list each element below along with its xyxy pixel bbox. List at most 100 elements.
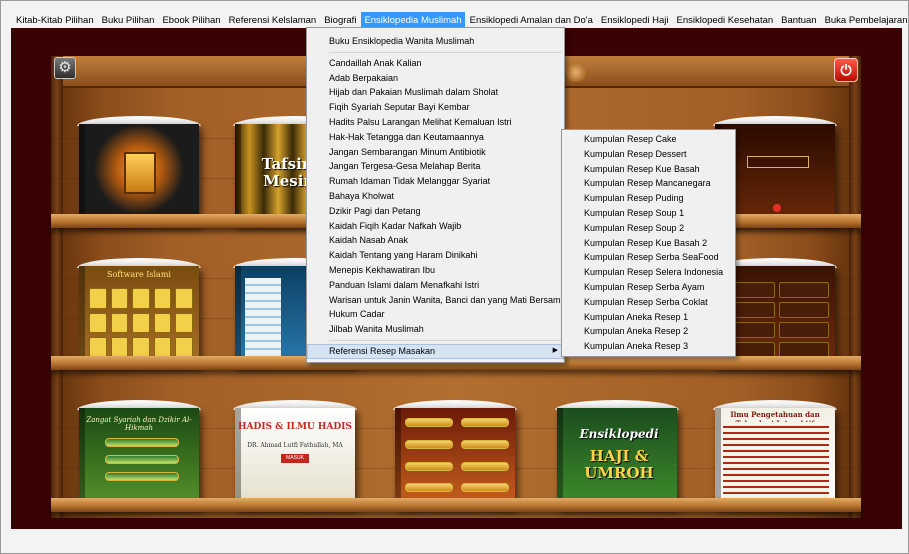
menu-item[interactable]: Bahaya Kholwat [307, 189, 564, 204]
tile [110, 288, 129, 309]
submenu-item[interactable]: Kumpulan Resep Soup 1 [562, 206, 735, 221]
menu-ebook-pilihan[interactable]: Ebook Pilihan [159, 12, 223, 29]
menu-item[interactable]: Hukum Cadar [307, 307, 564, 322]
shelf-post-left [51, 56, 63, 518]
submenu-item[interactable]: Kumpulan Resep Serba Coklat [562, 295, 735, 310]
book-cover[interactable]: Zangat Syariah dan Dzikir Al-Hikmah [79, 408, 199, 508]
menu-item[interactable]: Dzikir Pagi dan Petang [307, 204, 564, 219]
book-software-islami[interactable]: Software Islami [79, 266, 199, 366]
menu-ensiklopedi-kesehatan[interactable]: Ensiklopedi Kesehatan [674, 12, 777, 29]
menu-item-label: Referensi Resep Masakan [329, 345, 436, 356]
chevron-right-icon: ▶ [552, 346, 558, 354]
app-window: Kitab-Kitab Pilihan Buku Pilihan Ebook P… [0, 0, 909, 554]
menu-item[interactable]: Hak-Hak Tetangga dan Keutamaannya [307, 130, 564, 145]
tile [779, 302, 829, 318]
bar [405, 439, 453, 449]
ensiklopedia-muslimah-dropdown: Buku Ensiklopedia Wanita Muslimah Candai… [306, 27, 565, 363]
menu-item[interactable]: Panduan Islami dalam Menafkahi Istri [307, 278, 564, 293]
submenu-item[interactable]: Kumpulan Resep Selera Indonesia [562, 265, 735, 280]
submenu-item[interactable]: Kumpulan Resep Kue Basah [562, 162, 735, 177]
tile [110, 337, 129, 358]
tile [779, 282, 829, 298]
menu-separator [329, 51, 562, 53]
menu-padding [307, 359, 564, 362]
book-subtitle: HAJI & UMROH [584, 447, 654, 483]
menu-separator [329, 339, 562, 341]
submenu-item[interactable]: Kumpulan Aneka Resep 2 [562, 324, 735, 339]
menu-referensi-keislaman[interactable]: Referensi Kelslaman [226, 12, 320, 29]
gear-icon[interactable]: ⚙ [54, 57, 76, 79]
submenu-item[interactable]: Kumpulan Resep Serba SeaFood [562, 250, 735, 265]
tile [153, 288, 172, 309]
menu-item[interactable]: Menepis Kekhawatiran Ibu [307, 263, 564, 278]
menu-item[interactable]: Hijab dan Pakaian Muslimah dalam Sholat [307, 85, 564, 100]
menu-kitab-kitab-pilihan[interactable]: Kitab-Kitab Pilihan [13, 12, 97, 29]
submenu-item[interactable]: Kumpulan Resep Mancanegara [562, 176, 735, 191]
shelf-plank [51, 498, 861, 512]
menu-item[interactable]: Jangan Tergesa-Gesa Melahap Berita [307, 159, 564, 174]
submenu-item[interactable]: Kumpulan Resep Cake [562, 132, 735, 147]
menu-item[interactable]: Fiqih Syariah Seputar Bayi Kembar [307, 100, 564, 115]
menu-buka-pembelajaran[interactable]: Buka Pembelajaran [822, 12, 909, 29]
submenu-item[interactable]: Kumpulan Resep Serba Ayam [562, 280, 735, 295]
book-button-grid [725, 282, 829, 358]
book-title: Zangat Syariah dan Dzikir Al-Hikmah [86, 416, 192, 432]
menu-item[interactable]: Hadits Palsu Larangan Melihat Kemaluan I… [307, 115, 564, 130]
book-cover[interactable] [395, 408, 515, 508]
bar [405, 418, 453, 427]
submenu-item[interactable]: Kumpulan Resep Soup 2 [562, 221, 735, 236]
menu-ensiklopedia-muslimah[interactable]: Ensiklopedia Muslimah [361, 11, 465, 29]
menu-item[interactable]: Adab Berpakaian [307, 71, 564, 86]
ornament-icon [564, 62, 588, 82]
book-list-panel [245, 278, 281, 356]
book-title: HADIS & ILMU HADIS [238, 422, 352, 432]
menu-item[interactable]: Jangan Sembarangan Minum Antibiotik [307, 145, 564, 160]
bar [405, 483, 453, 493]
tile [89, 337, 107, 358]
menu-item-referensi-resep-masakan[interactable]: Referensi Resep Masakan ▶ [307, 343, 564, 359]
tile [175, 288, 193, 309]
dropdown-list: Candaillah Anak Kalian Adab Berpakaian H… [307, 56, 565, 337]
book-bars [105, 438, 179, 481]
submenu-item[interactable]: Kumpulan Resep Dessert [562, 147, 735, 162]
menu-bantuan[interactable]: Bantuan [778, 12, 819, 29]
tile [110, 312, 129, 334]
power-icon[interactable]: ⏻ [834, 58, 858, 82]
shelf-post-right [849, 56, 861, 518]
book-iptek[interactable]: Ilmu Pengetahuan dan Teknologi Interakti… [715, 408, 835, 508]
submenu-item[interactable]: Kumpulan Resep Kue Basah 2 [562, 236, 735, 251]
tile [132, 288, 150, 309]
menu-item-buku-ensiklopedia[interactable]: Buku Ensiklopedia Wanita Muslimah [307, 34, 564, 49]
book-hadis[interactable]: HADIS & ILMU HADIS DR. Ahmad Lutfi Fathu… [235, 408, 355, 508]
bar [405, 461, 453, 471]
menu-item[interactable]: Kaidah Nasab Anak [307, 233, 564, 248]
tile [175, 312, 193, 334]
menu-item[interactable]: Rumah Idaman Tidak Melanggar Syariat [307, 174, 564, 189]
tile [153, 337, 172, 358]
enter-button[interactable]: MASUK [281, 454, 309, 463]
tile [89, 312, 107, 334]
submenu-item[interactable]: Kumpulan Resep Puding [562, 191, 735, 206]
bar [461, 439, 509, 449]
menu-biografi[interactable]: Biografi [321, 12, 359, 29]
menu-ensiklopedi-haji[interactable]: Ensiklopedi Haji [598, 12, 672, 29]
tile [132, 312, 150, 334]
menu-item[interactable]: Kaidah Fiqih Kadar Nafkah Wajib [307, 219, 564, 234]
menu-buku-pilihan[interactable]: Buku Pilihan [99, 12, 158, 29]
submenu-item[interactable]: Kumpulan Aneka Resep 1 [562, 310, 735, 325]
menu-item[interactable]: Candaillah Anak Kalian [307, 56, 564, 71]
book-title: Ensiklopedi [579, 427, 659, 441]
book-cover[interactable] [79, 124, 199, 224]
tile [89, 288, 107, 309]
tile [779, 322, 829, 338]
menu-item[interactable]: Warisan untuk Janin Wanita, Banci dan ya… [307, 293, 565, 308]
menu-ensiklopedi-amalan[interactable]: Ensiklopedi Amalan dan Do'a [467, 12, 596, 29]
menu-item[interactable]: Kaidah Tentang yang Haram Dinikahi [307, 248, 564, 263]
menu-item[interactable]: Jilbab Wanita Muslimah [307, 322, 564, 337]
bar [105, 438, 179, 447]
book-bar-grid [405, 418, 509, 500]
submenu-item[interactable]: Kumpulan Aneka Resep 3 [562, 339, 735, 354]
book-title: Software Islami [107, 270, 171, 279]
book-label-box [747, 156, 809, 168]
book-haji-umroh[interactable]: Ensiklopedi HAJI & UMROH [557, 408, 677, 508]
